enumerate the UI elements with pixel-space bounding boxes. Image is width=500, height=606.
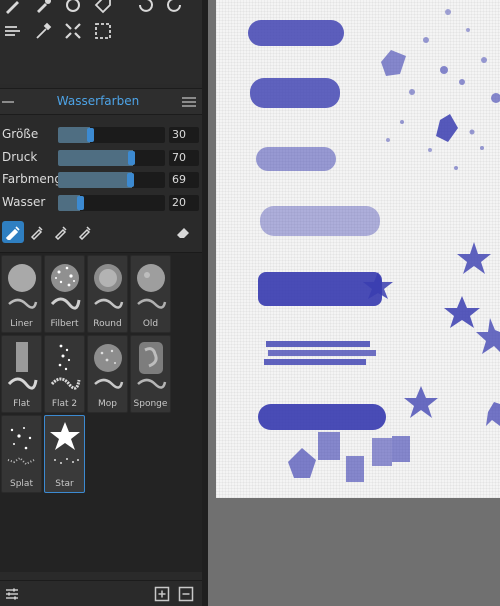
water-slider[interactable] — [58, 195, 165, 211]
selection-icon[interactable] — [92, 20, 114, 42]
pen-tip-icon[interactable] — [50, 221, 72, 243]
brush-name: Flat 2 — [51, 399, 78, 409]
brush-name: Sponge — [133, 399, 168, 409]
slider-pressure: Druck 70 — [0, 148, 202, 168]
slider-label: Größe — [2, 127, 39, 141]
slider-thumb[interactable] — [127, 173, 134, 187]
eyedropper-icon[interactable] — [32, 20, 54, 42]
brush-preset-sponge[interactable]: Sponge — [130, 335, 171, 413]
brush-preset-liner[interactable]: Liner — [1, 255, 42, 333]
slider-size: Größe 30 — [0, 125, 202, 145]
left-panel: Wasserfarben Größe 30 Druck 70 Farbmeng — [0, 0, 202, 606]
slider-thumb[interactable] — [87, 128, 94, 142]
app-window: Wasserfarben Größe 30 Druck 70 Farbmeng — [0, 0, 500, 606]
brush-preset-flat-2[interactable]: Flat 2 — [44, 335, 85, 413]
brush-preset-flat[interactable]: Flat — [1, 335, 42, 413]
brush-name: Old — [142, 319, 159, 329]
redo-icon[interactable] — [164, 0, 186, 16]
slider-thumb[interactable] — [77, 196, 84, 210]
dropper-brush-icon[interactable] — [32, 0, 54, 16]
pen-tip-icon[interactable] — [74, 221, 96, 243]
brush-preset-round[interactable]: Round — [87, 255, 128, 333]
slider-label: Druck — [2, 150, 38, 164]
brush-name: Liner — [10, 319, 33, 329]
slider-value[interactable]: 30 — [169, 127, 199, 143]
brush-name: Flat — [13, 399, 30, 409]
paint-amount-slider[interactable] — [58, 172, 165, 188]
brush-type-row — [0, 220, 202, 246]
brush-name: Round — [93, 319, 122, 329]
remove-preset-icon[interactable] — [178, 586, 194, 602]
slider-water: Wasser 20 — [0, 193, 202, 213]
brush-preset-mop[interactable]: Mop — [87, 335, 128, 413]
painting — [248, 9, 500, 482]
bottom-bar — [0, 580, 202, 606]
brush-preset-grid: Liner Filbert Round Old Flat Flat 2 Mop … — [0, 252, 202, 572]
settings-sliders-icon[interactable] — [4, 586, 20, 602]
canvas-area[interactable] — [208, 0, 500, 606]
brush-name: Mop — [98, 399, 117, 409]
slider-value[interactable]: 69 — [169, 172, 199, 188]
slider-label: Wasser — [2, 195, 46, 209]
bucket-icon[interactable] — [62, 0, 84, 16]
slider-value[interactable]: 70 — [169, 150, 199, 166]
brush-preset-old[interactable]: Old — [130, 255, 171, 333]
brush-name: Filbert — [50, 319, 79, 329]
pen-tip-icon[interactable] — [26, 221, 48, 243]
panel-title: Wasserfarben — [56, 94, 140, 108]
menu-icon[interactable] — [182, 97, 196, 107]
brush-preset-splat[interactable]: Splat — [1, 415, 42, 493]
eraser-icon[interactable] — [172, 221, 194, 243]
brush-preset-filbert[interactable]: Filbert — [44, 255, 85, 333]
tool-bar — [0, 0, 202, 84]
pressure-slider[interactable] — [58, 150, 165, 166]
brush-preset-star[interactable]: Star — [44, 415, 85, 493]
slider-thumb[interactable] — [128, 151, 135, 165]
blend-icon[interactable] — [2, 20, 24, 42]
size-slider[interactable] — [58, 127, 165, 143]
paint-canvas[interactable] — [216, 0, 500, 498]
brush-tip-icon[interactable] — [2, 221, 24, 243]
transform-icon[interactable] — [62, 20, 84, 42]
slider-fill — [58, 172, 132, 188]
slider-fill — [58, 150, 133, 166]
brush-name: Splat — [10, 479, 33, 489]
slider-value[interactable]: 20 — [169, 195, 199, 211]
panel-header: Wasserfarben — [0, 88, 202, 115]
slider-label: Farbmeng — [2, 172, 62, 186]
undo-icon[interactable] — [134, 0, 156, 16]
brush-icon[interactable] — [2, 0, 24, 16]
slider-paint-amount: Farbmeng 69 — [0, 170, 202, 190]
add-preset-icon[interactable] — [154, 586, 170, 602]
slider-fill — [58, 127, 90, 143]
brush-name: Star — [55, 479, 74, 489]
tag-icon[interactable] — [92, 0, 114, 16]
